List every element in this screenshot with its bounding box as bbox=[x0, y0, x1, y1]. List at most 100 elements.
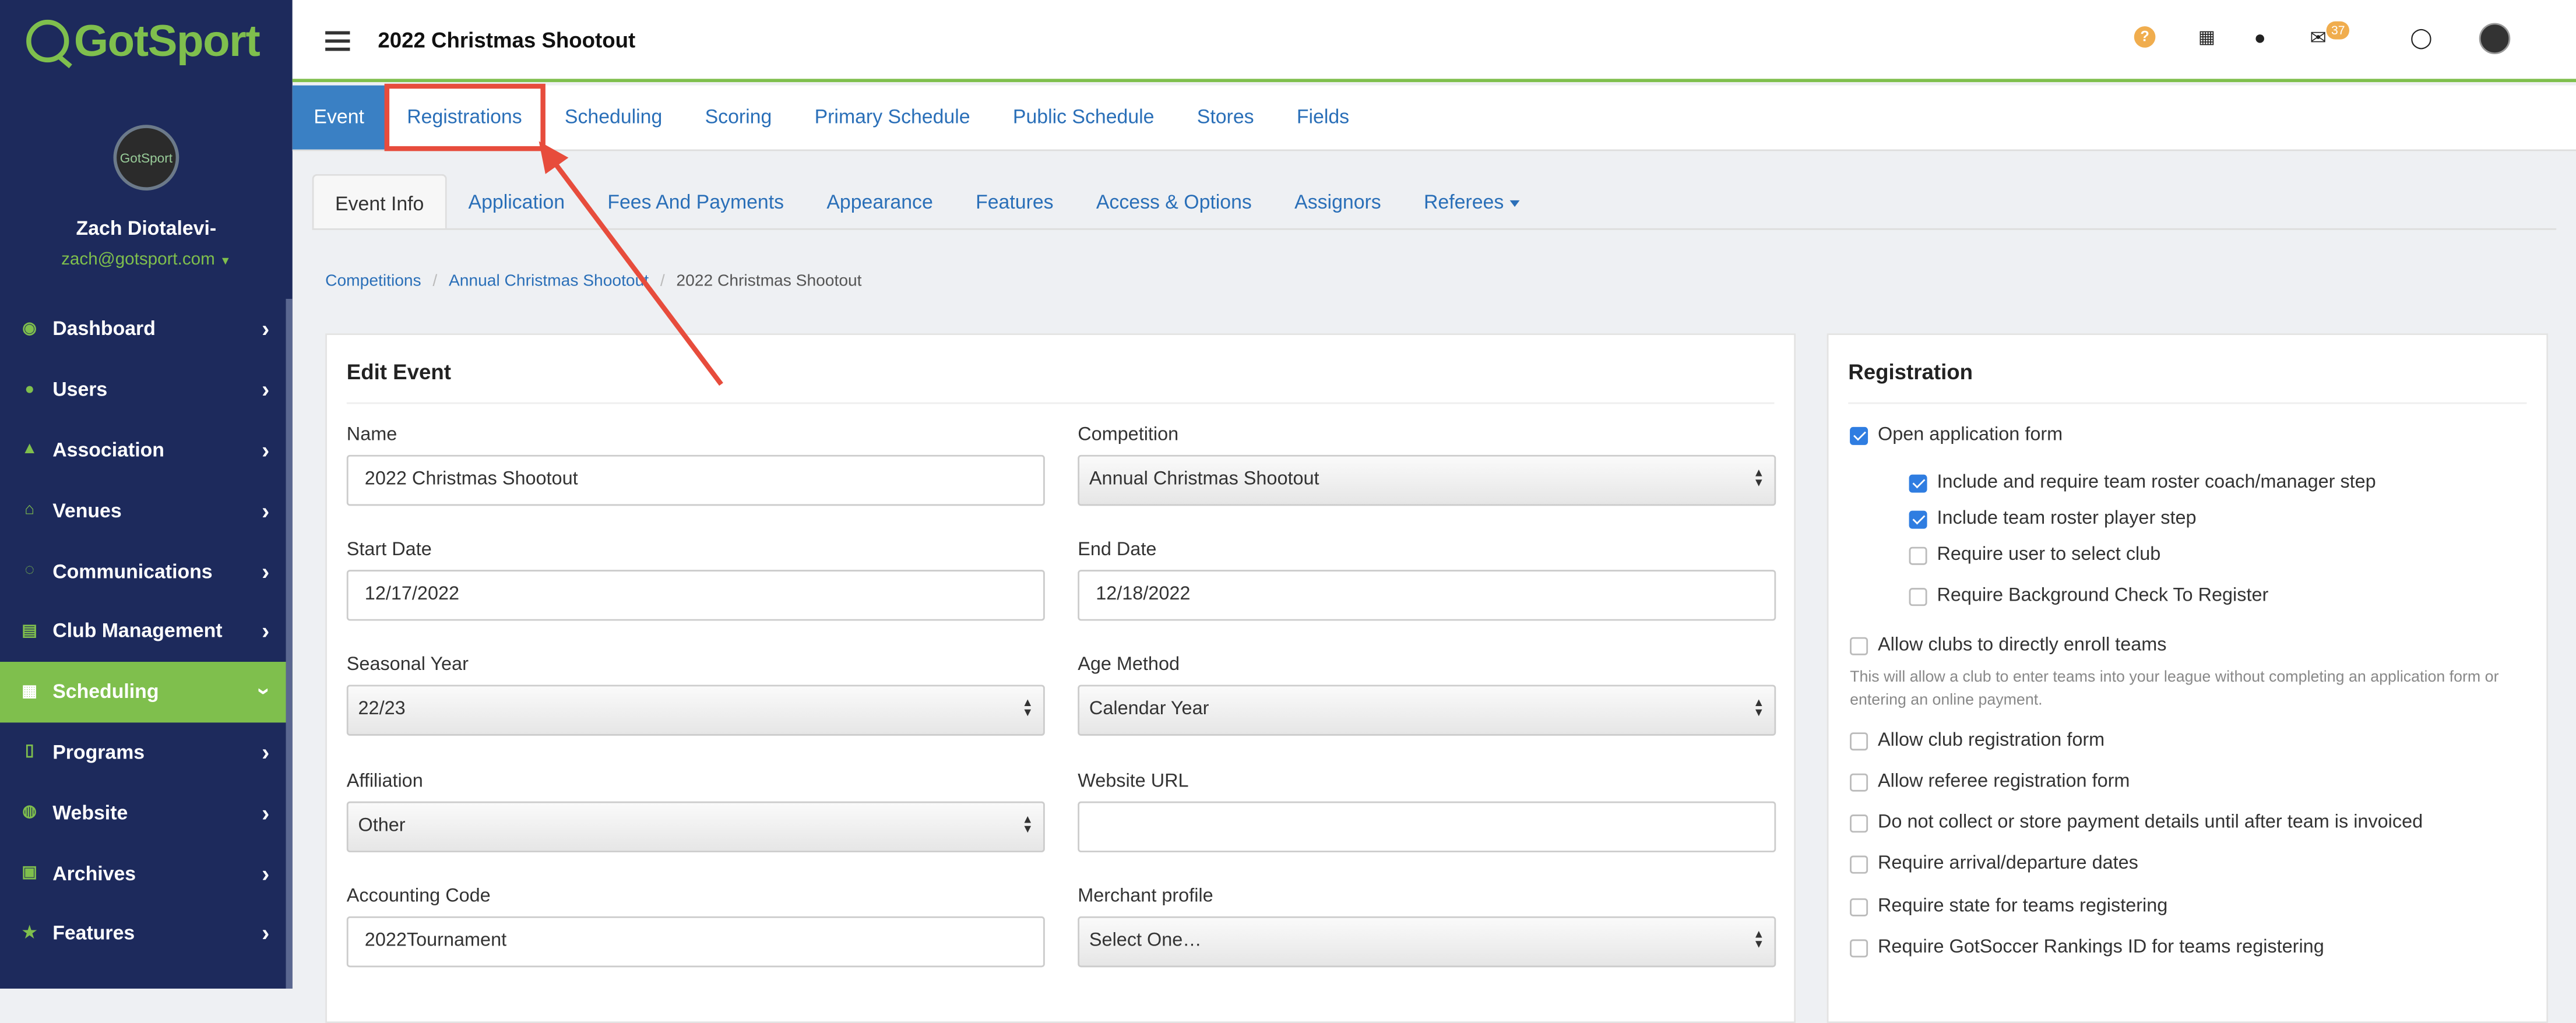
checkbox-checked[interactable] bbox=[1850, 426, 1868, 445]
tab-registrations[interactable]: Registrations bbox=[383, 83, 546, 151]
sidebar-item-label: Users bbox=[52, 378, 108, 401]
require-club-option[interactable]: Require user to select club bbox=[1909, 545, 2161, 565]
select-arrows-icon: ▲ ▼ bbox=[1752, 929, 1765, 951]
tab-event[interactable]: Event bbox=[292, 85, 386, 150]
rankings-id-option[interactable]: Require GotSoccer Rankings ID for teams … bbox=[1850, 937, 2324, 958]
sidebar-item-label: Club Management bbox=[52, 619, 223, 643]
breadcrumb-link-competitions[interactable]: Competitions bbox=[325, 273, 421, 291]
gotsport-logo[interactable]: GotSport bbox=[0, 0, 293, 82]
menu-icon[interactable] bbox=[325, 31, 350, 56]
mail-icon[interactable]: ✉ 37 bbox=[2310, 21, 2350, 50]
checkbox-checked[interactable] bbox=[1909, 510, 1927, 528]
sidebar-item-website[interactable]: ◍ Website › bbox=[0, 782, 293, 843]
tab-public-schedule[interactable]: Public Schedule bbox=[991, 86, 1176, 150]
sidebar-item-users[interactable]: ● Users › bbox=[0, 359, 293, 420]
checkbox[interactable] bbox=[1909, 587, 1927, 605]
checkbox-checked[interactable] bbox=[1909, 474, 1927, 492]
tab-scoring[interactable]: Scoring bbox=[684, 86, 793, 150]
checkbox[interactable] bbox=[1850, 939, 1868, 957]
tab-stores[interactable]: Stores bbox=[1176, 86, 1275, 150]
option-label: Require user to select club bbox=[1937, 545, 2161, 565]
competition-select[interactable]: Annual Christmas Shootout ▲ ▼ bbox=[1078, 454, 1776, 506]
affiliation-select[interactable]: Other ▲ ▼ bbox=[346, 801, 1045, 853]
tab-assignors[interactable]: Assignors bbox=[1273, 174, 1403, 228]
archive-icon: ▣ bbox=[22, 863, 38, 882]
seasonal-year-select[interactable]: 22/23 ▲ ▼ bbox=[346, 685, 1045, 736]
defer-payment-details-option[interactable]: Do not collect or store payment details … bbox=[1850, 813, 2423, 832]
sidebar-item-venues[interactable]: ⌂ Venues › bbox=[0, 480, 293, 541]
sidebar-item-archives[interactable]: ▣ Archives › bbox=[0, 843, 293, 904]
sitemap-icon: ▲ bbox=[21, 440, 38, 459]
tab-fees-and-payments[interactable]: Fees And Payments bbox=[586, 174, 805, 228]
end-date-field[interactable]: 12/18/2022 bbox=[1078, 570, 1776, 621]
tab-event-info[interactable]: Event Info bbox=[312, 174, 447, 228]
option-label: Include and require team roster coach/ma… bbox=[1937, 472, 2376, 493]
sidebar-item-communications[interactable]: ◌ Communications › bbox=[0, 541, 293, 601]
clubs-enroll-help-text: This will allow a club to enter teams in… bbox=[1850, 668, 2499, 710]
tab-access-options[interactable]: Access & Options bbox=[1075, 174, 1273, 228]
users-icon: ● bbox=[24, 380, 35, 399]
roster-player-step-option[interactable]: Include team roster player step bbox=[1909, 509, 2197, 529]
checkbox[interactable] bbox=[1850, 731, 1868, 750]
chevron-right-icon: › bbox=[262, 920, 270, 947]
checkbox[interactable] bbox=[1850, 772, 1868, 791]
tab-features[interactable]: Features bbox=[954, 174, 1075, 228]
tab-appearance[interactable]: Appearance bbox=[805, 174, 955, 228]
option-label: Require GotSoccer Rankings ID for teams … bbox=[1878, 937, 2324, 958]
arrival-departure-option[interactable]: Require arrival/departure dates bbox=[1850, 854, 2138, 874]
clubs-enroll-option[interactable]: Allow clubs to directly enroll teams bbox=[1850, 636, 2166, 655]
select-arrows-icon: ▲ ▼ bbox=[1752, 698, 1765, 719]
sidebar-item-features[interactable]: ★ Features › bbox=[0, 903, 293, 964]
club-registration-form-option[interactable]: Allow club registration form bbox=[1850, 731, 2105, 750]
seasonal-year-label: Seasonal Year bbox=[346, 655, 469, 675]
breadcrumb-separator: / bbox=[432, 272, 438, 291]
website-url-field[interactable] bbox=[1078, 801, 1776, 853]
breadcrumb: Competitions / Annual Christmas Shootout / 2… bbox=[325, 273, 861, 291]
merchant-profile-select[interactable]: Select One… ▲ ▼ bbox=[1078, 916, 1776, 968]
sidebar-item-label: Association bbox=[52, 438, 164, 462]
user-icon[interactable]: ● bbox=[2254, 26, 2266, 49]
user-email-dropdown[interactable]: zach@gotsport.com ▼ bbox=[0, 249, 293, 269]
competition-value: Annual Christmas Shootout bbox=[1089, 470, 1319, 490]
panel-title-registration: Registration bbox=[1848, 359, 1973, 384]
qr-code-icon[interactable]: ▦ bbox=[2198, 26, 2215, 48]
divider bbox=[1848, 402, 2527, 404]
divider bbox=[346, 402, 1775, 404]
checkbox[interactable] bbox=[1850, 636, 1868, 655]
checkbox[interactable] bbox=[1850, 897, 1868, 916]
tab-application[interactable]: Application bbox=[447, 174, 586, 228]
checkbox[interactable] bbox=[1850, 813, 1868, 832]
start-date-field[interactable]: 12/17/2022 bbox=[346, 570, 1045, 621]
accounting-code-field[interactable]: 2022Tournament bbox=[346, 916, 1045, 968]
chevron-down-icon: › bbox=[252, 687, 279, 696]
tab-fields[interactable]: Fields bbox=[1275, 86, 1371, 150]
background-check-option[interactable]: Require Background Check To Register bbox=[1909, 586, 2268, 606]
breadcrumb-link-competition[interactable]: Annual Christmas Shootout bbox=[449, 273, 649, 291]
state-required-option[interactable]: Require state for teams registering bbox=[1850, 897, 2167, 916]
star-icon: ★ bbox=[22, 924, 37, 943]
user-avatar[interactable]: GotSport bbox=[113, 125, 180, 191]
referee-registration-form-option[interactable]: Allow referee registration form bbox=[1850, 772, 2130, 792]
tab-referees-dropdown[interactable]: Referees bbox=[1402, 174, 1542, 228]
sidebar-scrollbar[interactable] bbox=[286, 299, 293, 989]
option-label: Allow club registration form bbox=[1878, 731, 2105, 751]
roster-coach-step-option[interactable]: Include and require team roster coach/ma… bbox=[1909, 473, 2376, 493]
chat-icon[interactable]: ◯ bbox=[2410, 26, 2432, 49]
sidebar-item-programs[interactable]: ▯ Programs › bbox=[0, 722, 293, 782]
checkbox[interactable] bbox=[1850, 855, 1868, 873]
tab-scheduling[interactable]: Scheduling bbox=[543, 86, 684, 150]
age-method-select[interactable]: Calendar Year ▲ ▼ bbox=[1078, 685, 1776, 736]
help-icon[interactable]: ? bbox=[2134, 26, 2156, 48]
option-label: Include team roster player step bbox=[1937, 509, 2197, 529]
checkbox[interactable] bbox=[1909, 546, 1927, 565]
sidebar-item-association[interactable]: ▲ Association › bbox=[0, 419, 293, 480]
sidebar-item-dashboard[interactable]: ◉ Dashboard › bbox=[0, 299, 293, 359]
name-field[interactable]: 2022 Christmas Shootout bbox=[346, 454, 1045, 506]
seasonal-year-value: 22/23 bbox=[358, 699, 406, 719]
open-application-form-option[interactable]: Open application form bbox=[1850, 425, 2063, 445]
sidebar-item-scheduling[interactable]: ▦ Scheduling › bbox=[0, 661, 293, 722]
avatar[interactable] bbox=[2479, 23, 2511, 55]
tab-primary-schedule[interactable]: Primary Schedule bbox=[793, 86, 991, 150]
accounting-code-label: Accounting Code bbox=[346, 887, 491, 907]
sidebar-item-club-management[interactable]: ▤ Club Management › bbox=[0, 601, 293, 662]
